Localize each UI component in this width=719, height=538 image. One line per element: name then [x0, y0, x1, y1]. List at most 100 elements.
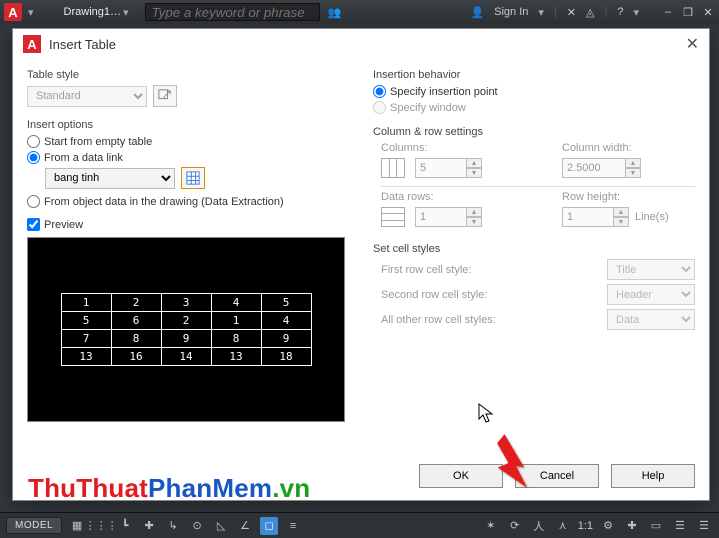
sc-workspace-icon[interactable]: ⚙ [599, 517, 617, 535]
data-link-select[interactable]: bang tinh [45, 168, 175, 189]
radio-specify-insertion-point[interactable]: Specify insertion point [373, 85, 695, 98]
signin-user-icon[interactable]: 👤 [470, 6, 484, 19]
other-row-style-label: All other row cell styles: [381, 314, 496, 326]
infocenter-icon[interactable]: 👥 [326, 3, 344, 21]
dynamic-input-icon[interactable]: ✚ [140, 517, 158, 535]
data-link-manager-icon [186, 171, 200, 185]
radio-from-data-link[interactable]: From a data link [27, 151, 349, 164]
column-width-stepper: ▲▼ [562, 158, 695, 178]
table-style-launch-icon [158, 89, 172, 103]
dialog-close-button[interactable]: ✕ [686, 34, 699, 54]
preview-cell: 8 [111, 330, 161, 348]
insertion-behavior-label: Insertion behavior [373, 69, 695, 81]
table-style-select[interactable]: Standard [27, 86, 147, 107]
preview-cell: 4 [211, 294, 261, 312]
preview-cell: 2 [161, 312, 211, 330]
column-width-input [562, 158, 626, 178]
a360-icon[interactable]: ◬ [586, 6, 594, 19]
preview-cell: 6 [111, 312, 161, 330]
polar-tracking-icon[interactable]: ⊙ [188, 517, 206, 535]
second-row-style-select: Header [607, 284, 695, 305]
object-snap-icon[interactable]: ◻ [260, 517, 278, 535]
table-style-launch-button[interactable] [153, 85, 177, 107]
radio-from-object-data-label: From object data in the drawing (Data Ex… [44, 196, 284, 208]
second-row-style-label: Second row cell style: [381, 289, 487, 301]
sc-quick-properties-icon[interactable]: ☰ [671, 517, 689, 535]
snap-mode-icon[interactable]: ⋮⋮⋮ [92, 517, 110, 535]
sc-customization-icon[interactable]: ☰ [695, 517, 713, 535]
cursor-icon [477, 402, 495, 424]
columns-label: Columns: [381, 142, 514, 154]
model-space-button[interactable]: MODEL [6, 517, 62, 534]
window-close-button[interactable]: ✕ [701, 6, 715, 19]
exchange-icon[interactable]: ✕ [567, 6, 576, 19]
preview-cell: 14 [161, 348, 211, 366]
status-bar: MODEL ▦ ⋮⋮⋮ ┗ ✚ ↳ ⊙ ◺ ∠ ◻ ≡ ✶ ⟳ 人 ⋏ 1:1 … [0, 512, 719, 538]
row-height-stepper: ▲▼ [562, 207, 629, 227]
insert-options-label: Insert options [27, 119, 349, 131]
grid-display-icon[interactable]: ▦ [68, 517, 86, 535]
qat-dropdown-icon[interactable]: ▾ [28, 6, 34, 19]
radio-start-empty-label: Start from empty table [44, 136, 152, 148]
help-button[interactable]: Help [611, 464, 695, 488]
sc-3dosnap-icon[interactable]: 人 [530, 517, 548, 535]
preview-cell: 2 [111, 294, 161, 312]
preview-cell: 1 [211, 312, 261, 330]
preview-cell: 4 [261, 312, 311, 330]
preview-panel: 1234556214789891316141318 [27, 237, 345, 422]
isometric-drafting-icon[interactable]: ◺ [212, 517, 230, 535]
row-height-label: Row height: [562, 191, 695, 203]
sc-transparency-icon[interactable]: ✶ [482, 517, 500, 535]
signin-dropdown-icon[interactable]: ▾ [538, 6, 544, 19]
radio-start-empty[interactable]: Start from empty table [27, 135, 349, 148]
columns-input [415, 158, 467, 178]
search-input[interactable] [145, 3, 320, 21]
sc-annotation-monitor-icon[interactable]: ✚ [623, 517, 641, 535]
columns-icon [381, 158, 405, 178]
radio-from-object-data[interactable]: From object data in the drawing (Data Ex… [27, 195, 349, 208]
insert-table-dialog: A Insert Table ✕ Table style Standard In… [12, 28, 710, 501]
column-width-label: Column width: [562, 142, 695, 154]
help-dropdown-icon[interactable]: ▾ [633, 6, 639, 19]
infer-constraints-icon[interactable]: ┗ [116, 517, 134, 535]
preview-cell: 5 [261, 294, 311, 312]
dialog-title: Insert Table [49, 37, 116, 52]
data-rows-input [415, 207, 467, 227]
scale-display[interactable]: 1:1 [578, 520, 593, 532]
watermark-text: ThuThuatPhanMem.vn [28, 473, 310, 504]
row-height-input [562, 207, 614, 227]
data-rows-icon [381, 207, 405, 227]
dialog-titlebar[interactable]: A Insert Table ✕ [13, 29, 709, 59]
radio-specify-insertion-point-label: Specify insertion point [390, 86, 498, 98]
help-icon[interactable]: ? [617, 6, 623, 18]
preview-cell: 16 [111, 348, 161, 366]
columns-stepper: ▲▼ [415, 158, 482, 178]
preview-cell: 3 [161, 294, 211, 312]
preview-checkbox[interactable]: Preview [27, 218, 349, 231]
preview-cell: 9 [161, 330, 211, 348]
row-height-suffix: Line(s) [635, 211, 669, 223]
window-minimize-button[interactable]: – [661, 6, 675, 19]
app-titlebar: A ▾ Drawing1… ▾ 👥 👤 Sign In ▾ | ✕ ◬ | ? … [0, 0, 719, 24]
document-dropdown-icon[interactable]: ▾ [123, 6, 129, 19]
ortho-mode-icon[interactable]: ↳ [164, 517, 182, 535]
autocad-a-icon: A [23, 35, 41, 53]
window-restore-button[interactable]: ❐ [681, 6, 695, 19]
preview-cell: 13 [211, 348, 261, 366]
lineweight-icon[interactable]: ≡ [284, 517, 302, 535]
other-row-style-select: Data [607, 309, 695, 330]
sc-units-icon[interactable]: ▭ [647, 517, 665, 535]
radio-specify-window-label: Specify window [390, 102, 466, 114]
object-snap-tracking-icon[interactable]: ∠ [236, 517, 254, 535]
data-rows-label: Data rows: [381, 191, 514, 203]
preview-cell: 9 [261, 330, 311, 348]
data-link-manager-button[interactable] [181, 167, 205, 189]
sc-annotation-scale-icon[interactable]: ⋏ [554, 517, 572, 535]
document-title[interactable]: Drawing1… [64, 6, 121, 18]
column-row-settings-label: Column & row settings [373, 126, 695, 138]
table-style-label: Table style [27, 69, 349, 81]
preview-cell: 13 [61, 348, 111, 366]
signin-link[interactable]: Sign In [494, 6, 528, 18]
sc-cycling-icon[interactable]: ⟳ [506, 517, 524, 535]
data-rows-stepper: ▲▼ [415, 207, 482, 227]
